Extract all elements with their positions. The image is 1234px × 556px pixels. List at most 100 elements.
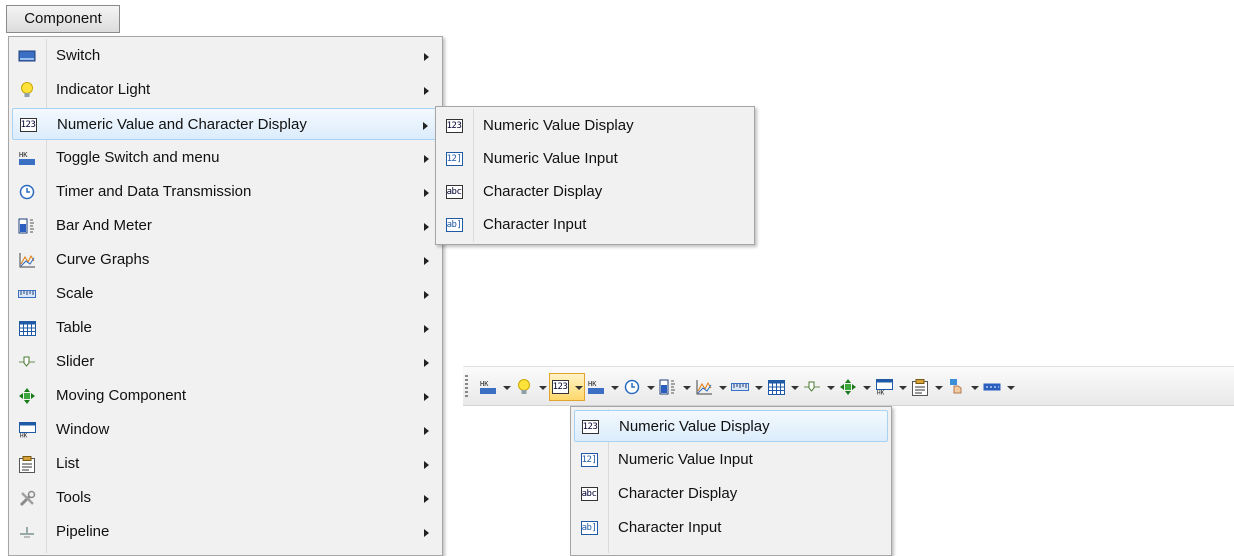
submenu-arrow-icon <box>424 359 429 367</box>
dotted-bar-icon <box>983 378 1001 396</box>
submenu-arrow-icon <box>424 495 429 503</box>
toolbar-indicator-light-button[interactable] <box>513 373 549 401</box>
svg-text:HK: HK <box>588 380 597 388</box>
toolbar-numeric-dropdown: 123 Numeric Value Display 12] Numeric Va… <box>570 406 892 556</box>
menu-item-indicator-light[interactable]: Indicator Light <box>12 74 439 106</box>
svg-text:HK: HK <box>20 433 28 439</box>
scale-icon <box>18 285 36 303</box>
toolbar-toggle-switch-button[interactable]: HK <box>477 373 513 401</box>
character-input-icon: ab] <box>580 521 598 535</box>
move-arrows-icon <box>839 378 857 396</box>
numeric-display-icon: 123 <box>581 420 599 434</box>
submenu-arrow-icon <box>424 461 429 469</box>
toolbar-moving-component-button[interactable] <box>837 373 873 401</box>
dropdown-arrow-icon[interactable] <box>791 386 799 390</box>
dropdown-arrow-icon[interactable] <box>683 386 691 390</box>
toolbar-more-button[interactable] <box>981 373 1017 401</box>
dropdown-arrow-icon[interactable] <box>935 386 943 390</box>
dropdown-item-character-input[interactable]: ab] Character Input <box>574 512 888 544</box>
scale-icon <box>731 378 749 396</box>
dropdown-arrow-icon[interactable] <box>863 386 871 390</box>
dropdown-arrow-icon[interactable] <box>611 386 619 390</box>
svg-text:HK: HK <box>480 380 489 388</box>
menu-item-pipeline[interactable]: Pipeline <box>12 516 439 548</box>
submenu-arrow-icon <box>424 393 429 401</box>
table-icon <box>767 378 785 396</box>
character-display-icon: abc <box>445 185 463 199</box>
lightbulb-icon <box>18 81 36 99</box>
menu-item-table[interactable]: Table <box>12 312 439 344</box>
menu-item-slider[interactable]: Slider <box>12 346 439 378</box>
submenu-item-character-input[interactable]: ab] Character Input <box>439 209 751 241</box>
submenu-item-numeric-value-display[interactable]: 123 Numeric Value Display <box>439 110 751 142</box>
toolbar-toggle-menu-button[interactable]: HK <box>585 373 621 401</box>
menu-item-scale[interactable]: Scale <box>12 278 439 310</box>
dropdown-arrow-icon[interactable] <box>971 386 979 390</box>
dropdown-arrow-icon[interactable] <box>575 386 583 390</box>
submenu-arrow-icon <box>424 223 429 231</box>
menu-item-bar-meter[interactable]: Bar And Meter <box>12 210 439 242</box>
submenu-arrow-icon <box>424 53 429 61</box>
dropdown-arrow-icon[interactable] <box>827 386 835 390</box>
toolbar-slider-button[interactable] <box>801 373 837 401</box>
dropdown-arrow-icon[interactable] <box>899 386 907 390</box>
menu-item-list[interactable]: List <box>12 448 439 480</box>
submenu-arrow-icon <box>424 189 429 197</box>
dropdown-arrow-icon[interactable] <box>755 386 763 390</box>
toolbar-numeric-display-button[interactable]: 123 <box>549 373 585 401</box>
dropdown-item-character-display[interactable]: abc Character Display <box>574 478 888 510</box>
toolbar-scale-button[interactable] <box>729 373 765 401</box>
character-display-icon: abc <box>580 487 598 501</box>
character-input-icon: ab] <box>445 218 463 232</box>
dropdown-arrow-icon[interactable] <box>647 386 655 390</box>
slider-icon <box>18 353 36 371</box>
toolbar-table-button[interactable] <box>765 373 801 401</box>
menu-item-curve-graphs[interactable]: Curve Graphs <box>12 244 439 276</box>
clock-icon <box>18 183 36 201</box>
list-icon <box>911 378 929 396</box>
component-menu: Switch Indicator Light 123 Numeric Value… <box>8 36 443 556</box>
svg-text:HK: HK <box>877 390 885 396</box>
submenu-arrow-icon <box>424 155 429 163</box>
list-icon <box>18 455 36 473</box>
submenu-arrow-icon <box>424 427 429 435</box>
menu-item-timer-data-transmission[interactable]: Timer and Data Transmission <box>12 176 439 208</box>
menu-item-switch[interactable]: Switch <box>12 40 439 72</box>
menu-item-tools[interactable]: Tools <box>12 482 439 514</box>
toolbar-curve-graph-button[interactable] <box>693 373 729 401</box>
component-menu-button[interactable]: Component <box>6 5 120 33</box>
dropdown-arrow-icon[interactable] <box>719 386 727 390</box>
submenu-arrow-icon <box>424 325 429 333</box>
menu-item-window[interactable]: HK Window <box>12 414 439 446</box>
toolbar-gesture-button[interactable] <box>945 373 981 401</box>
menu-item-toggle-switch-menu[interactable]: HK Toggle Switch and menu <box>12 142 439 174</box>
numeric-123-icon: 123 <box>19 118 37 132</box>
dropdown-arrow-icon[interactable] <box>503 386 511 390</box>
curve-graph-icon <box>695 378 713 396</box>
dropdown-item-numeric-value-display[interactable]: 123 Numeric Value Display <box>574 410 888 442</box>
curve-graph-icon <box>18 251 36 269</box>
hand-pointer-icon <box>947 378 965 396</box>
component-toolbar: HK 123 HK HK <box>463 366 1234 406</box>
submenu-item-numeric-value-input[interactable]: 12] Numeric Value Input <box>439 143 751 175</box>
toggle-switch-icon: HK <box>479 378 497 396</box>
window-icon: HK <box>18 421 36 439</box>
toolbar-timer-button[interactable] <box>621 373 657 401</box>
toolbar-grip[interactable] <box>465 375 468 399</box>
dropdown-item-numeric-value-input[interactable]: 12] Numeric Value Input <box>574 444 888 476</box>
window-icon: HK <box>875 378 893 396</box>
slider-icon <box>803 378 821 396</box>
menu-item-moving-component[interactable]: Moving Component <box>12 380 439 412</box>
dropdown-arrow-icon[interactable] <box>1007 386 1015 390</box>
toolbar-window-button[interactable]: HK <box>873 373 909 401</box>
numeric-character-submenu: 123 Numeric Value Display 12] Numeric Va… <box>435 106 755 245</box>
dropdown-arrow-icon[interactable] <box>539 386 547 390</box>
tools-icon <box>18 489 36 507</box>
submenu-item-character-display[interactable]: abc Character Display <box>439 176 751 208</box>
bar-meter-icon <box>18 217 36 235</box>
toolbar-bar-meter-button[interactable] <box>657 373 693 401</box>
toolbar-list-button[interactable] <box>909 373 945 401</box>
menu-item-numeric-character-display[interactable]: 123 Numeric Value and Character Display <box>12 108 439 140</box>
pipeline-icon <box>18 523 36 541</box>
submenu-arrow-icon <box>423 122 428 130</box>
